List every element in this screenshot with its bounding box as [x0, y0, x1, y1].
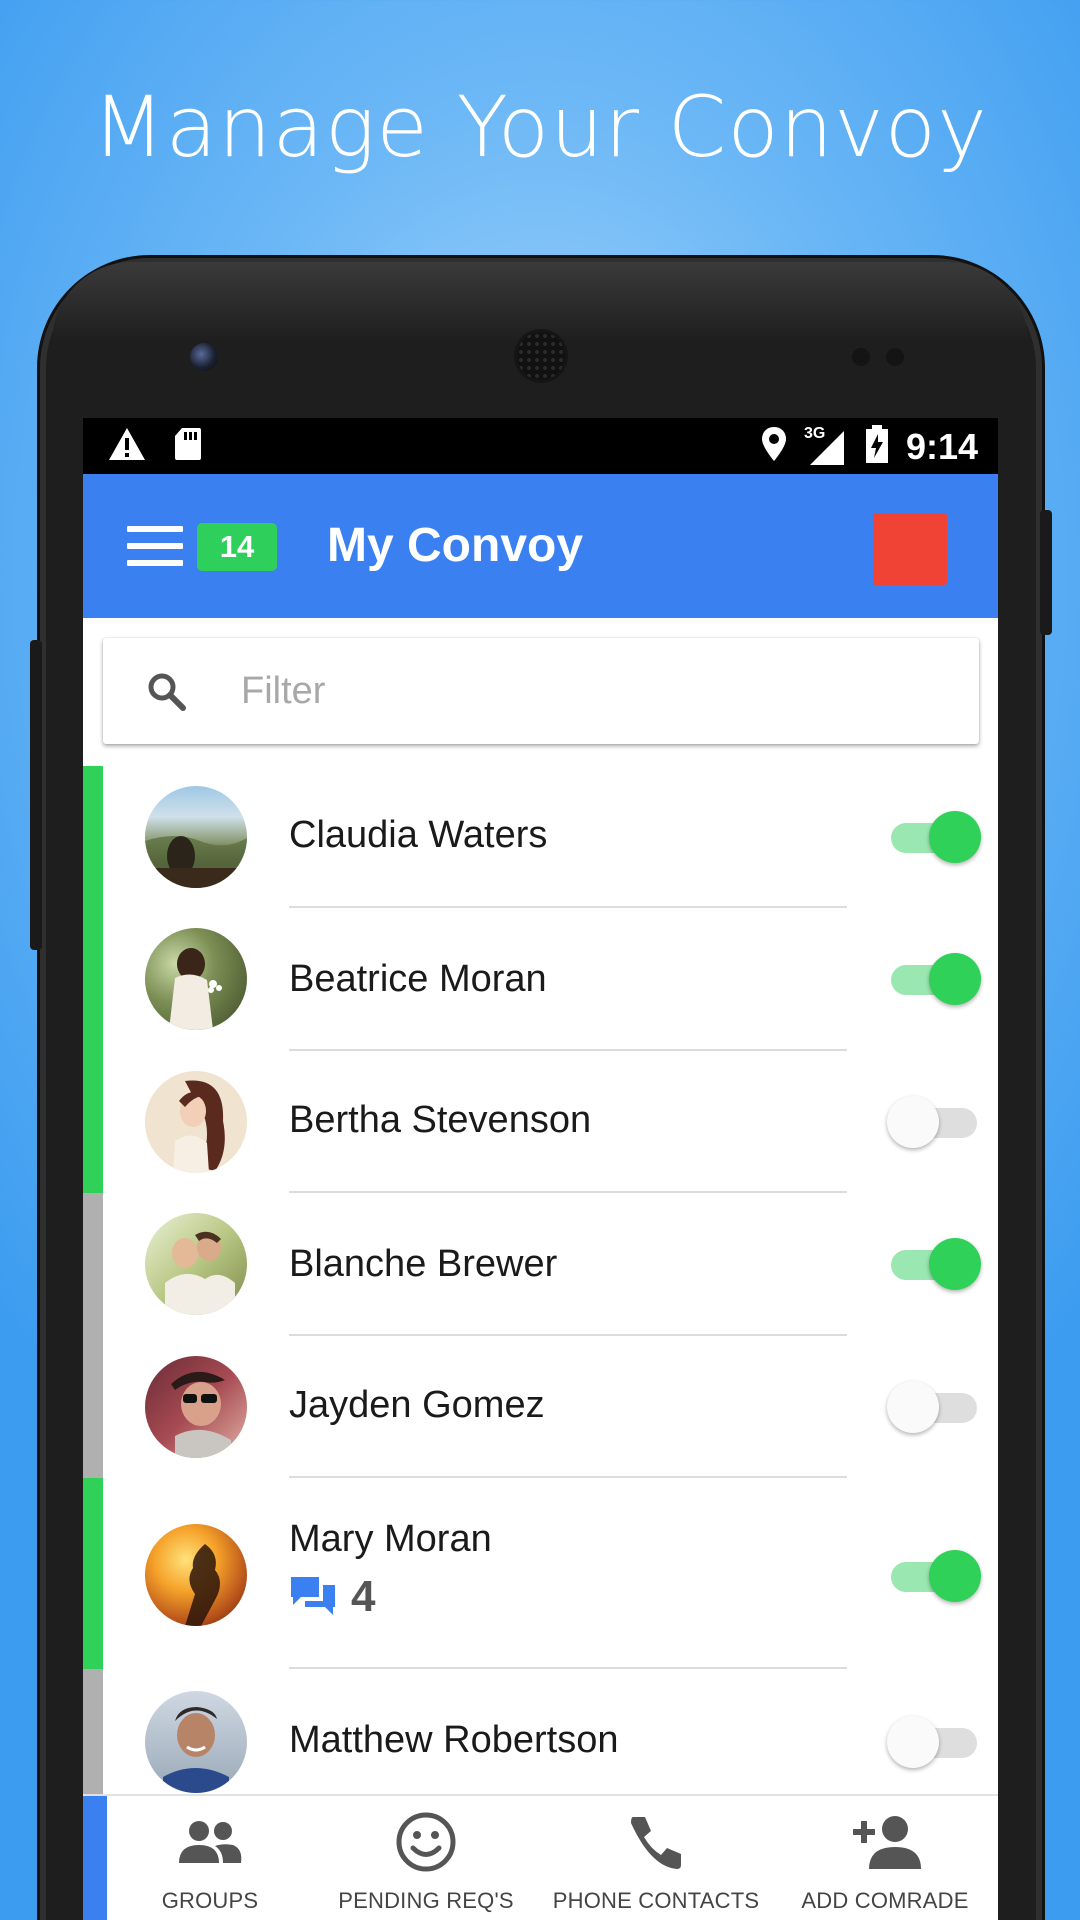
message-indicator[interactable]: 4	[289, 1572, 375, 1622]
contact-row[interactable]: Mary Moran 4	[83, 1478, 998, 1669]
contact-row[interactable]: Bertha Stevenson	[83, 1051, 998, 1193]
woman-flowers-avatar	[145, 928, 247, 1030]
contact-row[interactable]: Blanche Brewer	[83, 1193, 998, 1336]
earpiece-speaker	[517, 332, 565, 380]
status-stripe	[83, 1478, 103, 1669]
warning-icon	[107, 426, 147, 467]
contact-name: Jayden Gomez	[289, 1384, 545, 1426]
status-bar: 3G 9:14	[83, 418, 998, 474]
sd-card-icon	[173, 426, 203, 467]
contact-row[interactable]: Matthew Robertson	[83, 1669, 998, 1794]
app-bar: 14 My Convoy	[83, 474, 998, 618]
landscape-avatar	[145, 786, 247, 888]
hamburger-menu-icon[interactable]	[127, 526, 183, 566]
sunset-silhouette-avatar	[145, 1524, 247, 1626]
contact-name: Bertha Stevenson	[289, 1099, 592, 1141]
status-stripe	[83, 1193, 103, 1336]
nav-add-comrade[interactable]: ADD COMRADE	[770, 1796, 998, 1920]
signal-icon: 3G	[803, 424, 848, 467]
clock: 9:14	[905, 425, 978, 467]
status-stripe	[83, 908, 103, 1051]
contact-name: Blanche Brewer	[289, 1243, 558, 1285]
search-icon[interactable]	[147, 672, 187, 717]
contact-name: Matthew Robertson	[289, 1719, 619, 1761]
nav-phone-contacts[interactable]: PHONE CONTACTS	[541, 1796, 771, 1920]
app-title: My Convoy	[327, 519, 584, 572]
status-stripe	[83, 1669, 103, 1794]
visibility-toggle[interactable]	[887, 1095, 981, 1149]
nav-label: ADD COMRADE	[801, 1888, 969, 1913]
chat-bubbles-icon	[289, 1573, 337, 1622]
contact-row[interactable]: Claudia Waters	[83, 766, 998, 908]
contact-name: Mary Moran	[289, 1518, 492, 1560]
groups-icon	[177, 1819, 243, 1870]
phone-bezel-highlight	[52, 262, 1028, 342]
contact-name: Beatrice Moran	[289, 958, 547, 1000]
filter-input[interactable]	[241, 662, 941, 720]
bottom-navigation: GROUPS PENDING REQ'S PHONE CONTACTS ADD …	[83, 1794, 998, 1920]
volume-button	[30, 640, 42, 950]
visibility-toggle[interactable]	[887, 1715, 981, 1769]
visibility-toggle[interactable]	[887, 1549, 981, 1603]
couple-avatar	[145, 1213, 247, 1315]
filter-bar	[103, 638, 979, 744]
nav-label: GROUPS	[161, 1888, 259, 1913]
status-stripe	[83, 766, 103, 908]
network-type: 3G	[803, 424, 826, 442]
contact-name: Claudia Waters	[289, 814, 548, 856]
smiley-icon	[395, 1811, 457, 1878]
proximity-sensor	[852, 348, 870, 366]
man-portrait-avatar	[145, 1691, 247, 1793]
nav-label: PENDING REQ'S	[338, 1888, 514, 1913]
nav-pending-requests[interactable]: PENDING REQ'S	[311, 1796, 541, 1920]
count-badge[interactable]: 14	[197, 523, 277, 571]
nav-label: PHONE CONTACTS	[552, 1888, 760, 1913]
phone-screen: 3G 9:14 14 My Convoy Claudia Waters	[83, 418, 998, 1920]
contact-row[interactable]: Jayden Gomez	[83, 1336, 998, 1478]
light-sensor	[886, 348, 904, 366]
man-sunglasses-avatar	[145, 1356, 247, 1458]
power-button	[1040, 510, 1052, 635]
visibility-toggle[interactable]	[887, 1380, 981, 1434]
headline: Manage Your Convoy	[92, 78, 988, 176]
status-stripe	[83, 1336, 103, 1478]
location-icon	[760, 425, 788, 468]
visibility-toggle[interactable]	[887, 1237, 981, 1291]
contact-row[interactable]: Beatrice Moran	[83, 908, 998, 1051]
woman-illustration-avatar	[145, 1071, 247, 1173]
add-person-icon	[849, 1813, 921, 1876]
status-stripe	[83, 1051, 103, 1193]
front-camera	[190, 343, 218, 371]
nav-groups[interactable]: GROUPS	[83, 1796, 313, 1920]
visibility-toggle[interactable]	[887, 810, 981, 864]
phone-icon	[627, 1813, 685, 1876]
message-count: 4	[351, 1572, 376, 1621]
visibility-toggle[interactable]	[887, 952, 981, 1006]
alert-button[interactable]	[873, 513, 947, 585]
battery-charging-icon	[864, 424, 890, 469]
